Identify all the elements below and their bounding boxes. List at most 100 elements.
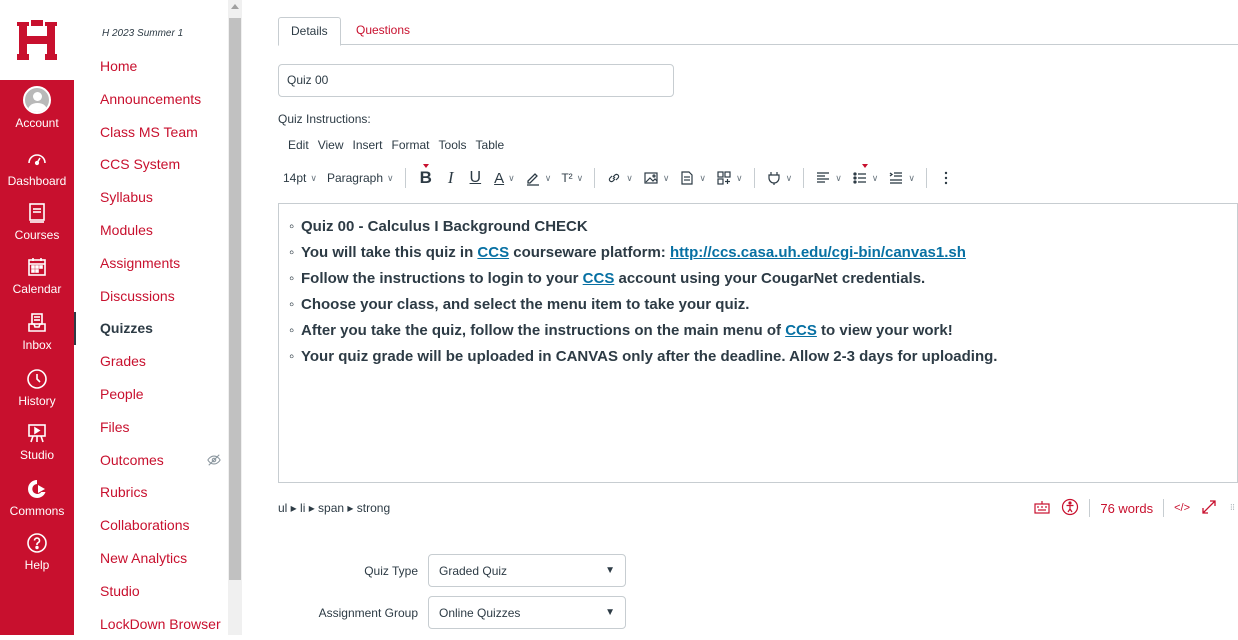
instruction-item: Choose your class, and select the menu i…: [289, 292, 1237, 318]
course-nav-item-ccs-system[interactable]: CCS System: [74, 148, 229, 181]
course-nav-item-announcements[interactable]: Announcements: [74, 83, 229, 116]
assignment-group-select[interactable]: Online Quizzes ▼: [428, 596, 626, 629]
course-nav-item-outcomes[interactable]: Outcomes: [74, 444, 229, 477]
eye-slash-icon: [207, 444, 221, 477]
active-indicator: [862, 164, 869, 168]
indent-button[interactable]: ∨: [883, 164, 920, 192]
course-nav-scrollbar[interactable]: [228, 0, 242, 635]
word-count[interactable]: 76 words: [1100, 501, 1153, 516]
course-nav-item-grades[interactable]: Grades: [74, 345, 229, 378]
text-color-icon: A: [494, 169, 505, 187]
toolbar-divider: [925, 168, 927, 188]
content-link[interactable]: CCS: [583, 270, 615, 287]
chevron-down-icon: ▼: [605, 565, 615, 576]
menu-table[interactable]: Table: [476, 138, 505, 152]
gnav-history[interactable]: History: [0, 366, 74, 408]
menu-format[interactable]: Format: [392, 138, 430, 152]
gnav-calendar[interactable]: Calendar: [0, 254, 74, 296]
tab-questions[interactable]: Questions: [344, 17, 422, 45]
drag-handle-icon: [1230, 503, 1235, 510]
editor-menubar: Edit View Insert Format Tools Table: [288, 138, 504, 152]
underline-button[interactable]: U: [462, 164, 490, 192]
course-nav-item-lockdown-browser[interactable]: LockDown Browser: [74, 608, 229, 640]
menu-edit[interactable]: Edit: [288, 138, 309, 152]
chevron-down-icon: ∨: [387, 172, 394, 183]
document-button[interactable]: ∨: [674, 164, 711, 192]
keyboard-shortcuts-button[interactable]: [1033, 498, 1051, 519]
content-text: account using your CougarNet credentials…: [614, 270, 926, 287]
gnav-account[interactable]: Account: [0, 86, 74, 130]
tab-details[interactable]: Details: [278, 17, 341, 46]
course-nav-item-new-analytics[interactable]: New Analytics: [74, 542, 229, 575]
quiz-type-label: Quiz Type: [364, 563, 418, 578]
chevron-down-icon: ▼: [605, 607, 615, 618]
font-size-dropdown[interactable]: 14pt ∨: [278, 164, 322, 192]
plugin-button[interactable]: ∨: [761, 164, 798, 192]
underline-icon: U: [469, 169, 482, 186]
course-nav-item-assignments[interactable]: Assignments: [74, 247, 229, 280]
course-nav-list: Home Announcements Class MS Team CCS Sys…: [74, 50, 229, 640]
courses-icon: [24, 200, 50, 226]
course-nav-item-studio[interactable]: Studio: [74, 575, 229, 608]
element-path: ul ▸ li ▸ span ▸ strong: [278, 501, 391, 515]
chevron-down-icon: ∨: [544, 172, 552, 183]
chevron-down-icon: ∨: [908, 172, 915, 183]
course-nav-item-syllabus[interactable]: Syllabus: [74, 181, 229, 214]
quiz-type-select[interactable]: Graded Quiz ▼: [428, 554, 626, 587]
course-nav-item-class-ms-team[interactable]: Class MS Team: [74, 116, 229, 149]
bold-button[interactable]: B: [412, 164, 440, 192]
course-nav-item-rubrics[interactable]: Rubrics: [74, 476, 229, 509]
gnav-commons[interactable]: Commons: [0, 476, 74, 518]
highlight-color-button[interactable]: ∨: [520, 164, 557, 192]
scrollbar-thumb[interactable]: [229, 18, 241, 580]
quiz-type-row: Quiz Type Graded Quiz ▼: [278, 554, 626, 587]
chevron-down-icon: ∨: [576, 172, 584, 183]
menu-tools[interactable]: Tools: [439, 138, 467, 152]
chevron-down-icon: ∨: [662, 172, 670, 183]
text-color-button[interactable]: A ∨: [489, 164, 520, 192]
content-link[interactable]: CCS: [477, 244, 509, 261]
gnav-studio[interactable]: Studio: [0, 420, 74, 462]
course-nav-item-home[interactable]: Home: [74, 50, 229, 83]
gnav-dashboard[interactable]: Dashboard: [0, 146, 74, 188]
course-nav-item-files[interactable]: Files: [74, 411, 229, 444]
quiz-instructions-label: Quiz Instructions:: [278, 112, 371, 126]
content-text: Follow the instructions to login to your: [301, 270, 583, 287]
menu-insert[interactable]: Insert: [352, 138, 382, 152]
apps-icon: [717, 171, 731, 185]
chevron-down-icon: ∨: [736, 172, 743, 183]
content-link[interactable]: CCS: [785, 322, 817, 339]
gnav-help[interactable]: Help: [0, 530, 74, 572]
superscript-button[interactable]: T² ∨: [556, 164, 588, 192]
accessibility-checker-button[interactable]: [1061, 498, 1079, 519]
image-button[interactable]: ∨: [638, 164, 675, 192]
block-format-dropdown[interactable]: Paragraph ∨: [322, 164, 399, 192]
course-nav-item-collaborations[interactable]: Collaborations: [74, 509, 229, 542]
toolbar-divider: [753, 168, 755, 188]
scroll-up-arrow-icon[interactable]: [231, 4, 239, 9]
quiz-title-input[interactable]: Quiz 00: [278, 64, 674, 97]
course-nav-item-people[interactable]: People: [74, 378, 229, 411]
more-options-button[interactable]: [933, 164, 959, 192]
gnav-courses[interactable]: Courses: [0, 200, 74, 242]
menu-view[interactable]: View: [318, 138, 344, 152]
content-text: You will take this quiz in: [301, 244, 478, 261]
rich-content-editor[interactable]: Quiz 00 - Calculus I Background CHECK You…: [278, 203, 1238, 483]
bullet-list-button[interactable]: ∨: [847, 164, 884, 192]
apps-button[interactable]: ∨: [711, 164, 748, 192]
course-nav-item-discussions[interactable]: Discussions: [74, 280, 229, 313]
uh-logo[interactable]: [0, 0, 74, 80]
html-editor-toggle[interactable]: </>: [1174, 502, 1190, 514]
uh-logo-icon: [17, 20, 57, 60]
toolbar-divider: [404, 168, 406, 188]
content-link[interactable]: http://ccs.casa.uh.edu/cgi-bin/canvas1.s…: [670, 244, 966, 261]
resize-handle[interactable]: [1228, 498, 1238, 519]
course-nav-item-quizzes[interactable]: Quizzes: [74, 312, 229, 346]
gnav-inbox[interactable]: Inbox: [0, 310, 74, 352]
italic-button[interactable]: I: [440, 164, 462, 192]
bold-icon: B: [419, 168, 432, 187]
link-button[interactable]: ∨: [601, 164, 638, 192]
align-button[interactable]: ∨: [810, 164, 847, 192]
course-nav-item-modules[interactable]: Modules: [74, 214, 229, 247]
fullscreen-button[interactable]: [1200, 498, 1218, 519]
